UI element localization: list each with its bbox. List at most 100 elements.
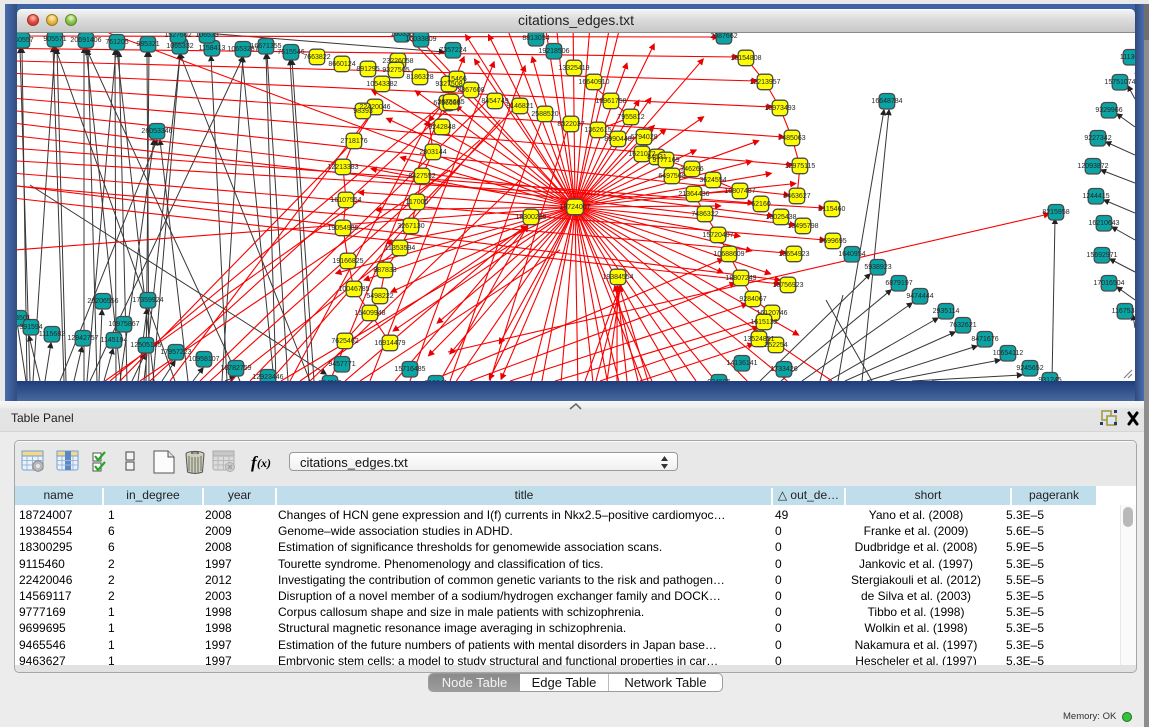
svg-text:7632621: 7632621 — [949, 322, 976, 329]
svg-text:10807487: 10807487 — [724, 188, 755, 195]
svg-text:26053346: 26053346 — [141, 128, 172, 135]
svg-text:887833: 887833 — [373, 267, 396, 274]
svg-text:1362615: 1362615 — [584, 127, 611, 134]
svg-text:19166825: 19166825 — [332, 258, 363, 265]
svg-text:1158413: 1158413 — [199, 45, 226, 52]
svg-text:905571: 905571 — [43, 36, 66, 43]
svg-text:12505135: 12505135 — [130, 342, 161, 349]
svg-text:10543382: 10543382 — [366, 81, 397, 88]
svg-text:17359924: 17359924 — [132, 297, 163, 304]
svg-text:5938923: 5938923 — [864, 264, 891, 271]
svg-text:19218506: 19218506 — [538, 48, 569, 55]
svg-text:12213383: 12213383 — [327, 164, 358, 171]
svg-text:891295: 891295 — [356, 66, 379, 73]
svg-text:140557: 140557 — [17, 37, 34, 44]
svg-text:15720407: 15720407 — [702, 232, 733, 239]
svg-text:8427552: 8427552 — [408, 173, 435, 180]
svg-text:12213957: 12213957 — [749, 79, 780, 86]
svg-text:9457771: 9457771 — [328, 361, 355, 368]
svg-text:21364436: 21364436 — [678, 191, 709, 198]
svg-text:9115460: 9115460 — [819, 206, 846, 213]
svg-text:19054985: 19054985 — [327, 225, 358, 232]
svg-text:7955812: 7955812 — [617, 114, 644, 121]
svg-text:16961758: 16961758 — [595, 98, 626, 105]
svg-text:19384554: 19384554 — [602, 274, 633, 281]
svg-text:12923446: 12923446 — [252, 374, 283, 381]
svg-text:18724007: 18724007 — [559, 204, 590, 211]
svg-text:16210643: 16210643 — [1088, 220, 1119, 227]
svg-text:16107554: 16107554 — [330, 197, 361, 204]
svg-text:9146821: 9146821 — [506, 103, 533, 110]
svg-text:10756923: 10756923 — [772, 282, 803, 289]
svg-text:1527602: 1527602 — [164, 33, 191, 39]
svg-text:11353594: 11353594 — [385, 245, 416, 252]
svg-text:8660124: 8660124 — [328, 61, 355, 68]
svg-text:9242848: 9242848 — [428, 124, 455, 131]
svg-text:9284067: 9284067 — [739, 296, 766, 303]
svg-text:1733426: 1733426 — [770, 366, 797, 373]
svg-text:7357224: 7357224 — [439, 47, 466, 54]
svg-text:12975115: 12975115 — [785, 163, 816, 170]
svg-text:12093872: 12093872 — [1077, 163, 1108, 170]
svg-text:(x): (x) — [257, 456, 271, 470]
svg-text:13654923: 13654923 — [778, 251, 809, 258]
svg-text:1065332: 1065332 — [166, 43, 193, 50]
svg-text:7663822: 7663822 — [303, 54, 330, 61]
svg-text:111302: 111302 — [1120, 54, 1135, 61]
svg-text:8990448: 8990448 — [604, 136, 631, 143]
svg-text:7486322: 7486322 — [691, 211, 718, 218]
svg-text:1167533: 1167533 — [1112, 308, 1135, 315]
svg-text:3875685: 3875685 — [437, 99, 464, 106]
svg-text:252254: 252254 — [764, 342, 787, 349]
svg-text:7515546: 7515546 — [277, 49, 304, 56]
svg-text:985321: 985321 — [136, 41, 159, 48]
svg-text:106533: 106533 — [195, 33, 218, 39]
svg-text:15409948: 15409948 — [354, 310, 385, 317]
svg-text:15466: 15466 — [447, 76, 467, 83]
svg-text:3267130: 3267130 — [397, 223, 424, 230]
svg-text:6794028: 6794028 — [630, 134, 657, 141]
svg-text:15716485: 15716485 — [394, 366, 425, 373]
svg-text:1244415: 1244415 — [1082, 193, 1109, 200]
svg-text:7625462: 7625462 — [331, 338, 358, 345]
svg-text:9463627: 9463627 — [783, 193, 810, 200]
svg-text:17957223: 17957223 — [160, 349, 191, 356]
svg-text:8322037: 8322037 — [557, 121, 584, 128]
svg-text:8186328: 8186328 — [406, 74, 433, 81]
svg-text:12942757: 12942757 — [67, 335, 98, 342]
svg-text:8813054: 8813054 — [522, 35, 549, 42]
svg-text:1640954: 1640954 — [838, 251, 865, 258]
svg-text:16033809: 16033809 — [405, 36, 436, 43]
svg-text:2867608: 2867608 — [457, 87, 484, 94]
svg-text:13495798: 13495798 — [787, 223, 818, 230]
svg-text:15692971: 15692971 — [1086, 252, 1117, 259]
svg-text:16120746: 16120746 — [756, 310, 787, 317]
svg-text:8471676: 8471676 — [971, 336, 998, 343]
svg-text:10973493: 10973493 — [764, 105, 795, 112]
svg-text:9699695: 9699695 — [819, 238, 846, 245]
svg-text:1615132: 1615132 — [750, 319, 777, 326]
svg-text:14136141: 14136141 — [726, 360, 757, 367]
svg-text:18300295: 18300295 — [515, 214, 546, 221]
svg-text:7485063: 7485063 — [778, 135, 805, 142]
svg-text:9777169: 9777169 — [652, 157, 679, 164]
svg-text:6879197: 6879197 — [885, 280, 912, 287]
svg-text:16914479: 16914479 — [374, 340, 405, 347]
svg-text:17016504: 17016504 — [1093, 280, 1124, 287]
svg-text:10688609: 10688609 — [713, 251, 744, 258]
svg-text:8454749: 8454749 — [481, 98, 508, 105]
svg-text:2803144: 2803144 — [419, 149, 446, 156]
svg-text:10975867: 10975867 — [108, 321, 139, 328]
svg-text:10025438: 10025438 — [765, 214, 796, 221]
svg-text:16782759: 16782759 — [220, 365, 251, 372]
svg-text:9474444: 9474444 — [906, 293, 933, 300]
svg-text:761205: 761205 — [105, 39, 128, 46]
svg-text:2935114: 2935114 — [933, 308, 960, 315]
svg-text:10046785: 10046785 — [338, 286, 369, 293]
svg-text:10958107: 10958107 — [188, 356, 219, 363]
svg-text:16648784: 16648784 — [871, 98, 902, 105]
svg-text:9327505: 9327505 — [382, 67, 409, 74]
svg-text:26206556: 26206556 — [87, 298, 118, 305]
svg-text:10654112: 10654112 — [993, 350, 1024, 357]
svg-text:2588520: 2588520 — [531, 111, 558, 118]
